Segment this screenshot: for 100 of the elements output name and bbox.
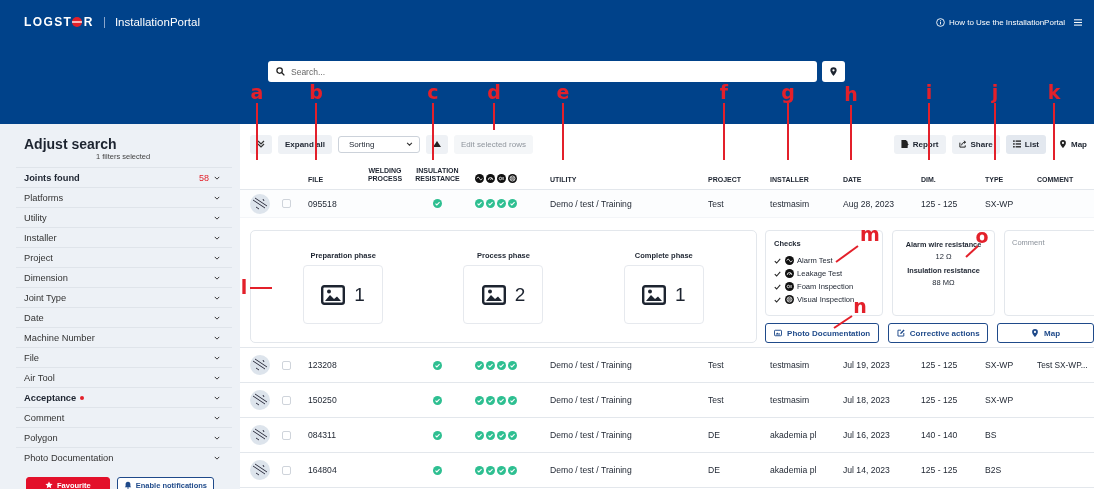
location-pin-icon — [1031, 329, 1040, 337]
sort-direction-button[interactable] — [426, 134, 448, 154]
filter-item[interactable]: Polygon — [16, 427, 232, 447]
image-icon — [321, 284, 346, 305]
table-cell-text: 123208 — [308, 360, 338, 370]
sorting-select[interactable]: Sorting — [338, 135, 420, 153]
annotation-letter: g — [780, 82, 796, 102]
chevron-down-icon — [214, 195, 220, 200]
search-field[interactable]: Search... — [268, 61, 817, 82]
chevron-down-icon — [214, 335, 220, 340]
filter-item[interactable]: Installer — [16, 227, 232, 247]
table-cell-text: 125 - 125 — [921, 198, 959, 209]
chevron-down-icon — [214, 255, 220, 260]
location-pin-icon — [1059, 140, 1067, 148]
table-cell-text: Test — [708, 198, 725, 209]
filter-item[interactable]: Dimension — [16, 267, 232, 287]
pipe-joint-icon — [250, 355, 270, 375]
help-link[interactable]: How to Use the InstallationPortal — [948, 17, 1065, 27]
map-button[interactable]: Map — [997, 323, 1094, 343]
chevron-down-icon — [406, 142, 413, 146]
table-cell-text: BS — [985, 430, 998, 440]
table-cell-text: SX-WP — [985, 360, 1015, 370]
bell-icon — [123, 481, 132, 489]
leader-line — [562, 102, 564, 161]
filter-item[interactable]: Joint Type — [16, 287, 232, 307]
annotation-letter: f — [718, 82, 730, 102]
sidebar-title: Adjust search — [23, 136, 118, 152]
pipe-joint-icon — [250, 193, 270, 214]
table-cell-text: DE — [708, 430, 721, 440]
filter-item[interactable]: Utility — [16, 207, 232, 227]
search-icon — [276, 67, 285, 76]
table-cell-text: Demo / test / Training — [550, 465, 633, 475]
logo-dot-icon — [72, 17, 83, 27]
chevron-down-icon — [214, 375, 220, 380]
table-cell-text: Demo / test / Training — [550, 360, 633, 370]
annotation-letter: j — [990, 82, 1000, 102]
photo-count-tile[interactable]: 2 — [463, 265, 544, 324]
image-icon — [774, 329, 783, 337]
row-checkbox[interactable] — [282, 465, 291, 475]
filter-item[interactable]: Platforms — [16, 187, 232, 207]
table-cell-text: Demo / test / Training — [550, 198, 633, 209]
table-cell-text: 150250 — [308, 395, 338, 405]
chevron-down-icon — [214, 295, 220, 300]
collapse-button[interactable] — [250, 134, 272, 154]
table-cell-text: 084311 — [308, 430, 338, 440]
filter-item[interactable]: Machine Number — [16, 327, 232, 347]
table-cell-text: DE — [708, 465, 721, 475]
chevron-down-icon — [214, 175, 220, 180]
info-icon — [935, 17, 945, 27]
filter-item[interactable]: Date — [16, 307, 232, 327]
leader-line — [928, 102, 930, 161]
location-pin-icon — [830, 67, 837, 76]
leader-line — [256, 102, 258, 161]
chevron-down-icon — [214, 435, 220, 440]
logo-text: LOGST — [24, 15, 73, 29]
row-checkbox[interactable] — [282, 395, 291, 405]
annotation-letter: e — [555, 82, 571, 102]
table-cell-text: 125 - 125 — [921, 395, 959, 405]
list-view-tab[interactable]: List — [1005, 134, 1046, 154]
filter-item[interactable]: Project — [16, 247, 232, 267]
pipe-joint-icon — [250, 460, 270, 480]
expand-all-button[interactable]: Expand all — [278, 134, 332, 154]
table-cell-text: testmasim — [770, 395, 811, 405]
photo-count-tile[interactable]: 1 — [303, 265, 384, 324]
share-button[interactable]: Share — [951, 134, 1000, 154]
leader-line — [432, 102, 434, 161]
leader-line — [315, 102, 317, 161]
leader-line — [835, 245, 859, 263]
photo-documentation-button[interactable]: Photo Documentation — [765, 323, 880, 343]
row-checkbox[interactable] — [282, 430, 291, 440]
row-checkbox[interactable] — [282, 360, 291, 370]
table-cell-text: testmasim — [770, 360, 811, 370]
table-cell-text: 140 - 140 — [921, 430, 959, 440]
annotation-letter: k — [1046, 82, 1062, 102]
table-cell-text: akademia pl — [770, 465, 818, 475]
triangle-up-icon — [433, 140, 441, 148]
table-cell-text: SX-WP — [985, 395, 1015, 405]
table-cell-text: 095518 — [308, 198, 338, 209]
leader-line — [1053, 102, 1055, 161]
filter-item[interactable]: Acceptance — [16, 387, 232, 407]
table-cell-text: Test — [708, 395, 725, 405]
table-cell-text: 164804 — [308, 465, 338, 475]
table-cell-text: Aug 28, 2023 — [843, 198, 896, 209]
corrective-actions-button[interactable]: Corrective actions — [888, 323, 989, 343]
photo-count-tile[interactable]: 1 — [623, 265, 704, 324]
filter-item[interactable]: Photo Documentation — [16, 447, 232, 467]
double-chevron-icon — [257, 140, 265, 148]
table-cell-text: 125 - 125 — [921, 360, 959, 370]
filter-item[interactable]: File — [16, 347, 232, 367]
bubble-icon — [497, 174, 506, 183]
leader-line — [850, 104, 852, 161]
filter-item[interactable]: Comment — [16, 407, 232, 427]
app-title: InstallationPortal — [114, 16, 200, 28]
leader-line — [723, 102, 725, 161]
row-checkbox[interactable] — [282, 199, 291, 208]
filter-item[interactable]: Air Tool — [16, 367, 232, 387]
filter-item[interactable]: Joints found 58 — [16, 167, 232, 187]
wave-icon — [785, 256, 794, 265]
menu-icon[interactable] — [1074, 18, 1082, 26]
location-button[interactable] — [822, 61, 845, 82]
